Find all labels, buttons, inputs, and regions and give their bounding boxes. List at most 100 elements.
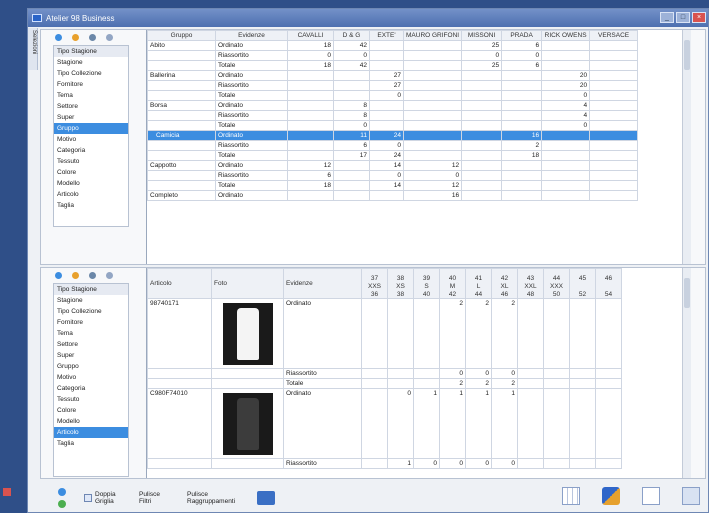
settings-icon[interactable] — [106, 33, 113, 41]
evidence-cell[interactable]: Ordinato — [215, 100, 288, 111]
group-cell[interactable] — [147, 50, 216, 61]
value-cell[interactable]: 1 — [439, 388, 466, 459]
value-cell[interactable]: 17 — [333, 150, 370, 161]
table-row[interactable]: Riassortito 27 20 — [147, 80, 639, 91]
value-cell[interactable] — [543, 368, 570, 379]
value-cell[interactable] — [517, 378, 544, 389]
settings-icon[interactable] — [106, 271, 113, 279]
document-icon[interactable] — [682, 487, 700, 505]
value-cell[interactable] — [387, 298, 414, 369]
value-cell[interactable] — [501, 90, 543, 101]
selections-side-tab[interactable]: Selezioni — [28, 28, 38, 70]
evidence-cell[interactable]: Riassortito — [215, 110, 288, 121]
filter-item[interactable]: Articolo — [54, 189, 128, 200]
table-row[interactable]: Completo Ordinato 16 — [147, 190, 639, 201]
value-cell[interactable]: 14 — [369, 160, 404, 171]
value-cell[interactable]: 0 — [387, 388, 414, 459]
filter-item[interactable]: Fornitore — [54, 317, 128, 328]
value-cell[interactable] — [589, 180, 639, 191]
value-cell[interactable]: 11 — [333, 130, 370, 141]
value-cell[interactable] — [543, 388, 570, 459]
value-cell[interactable] — [402, 40, 463, 51]
value-cell[interactable] — [402, 100, 463, 111]
table-row[interactable]: Totale 18 14 12 — [147, 180, 639, 191]
value-cell[interactable]: 0 — [333, 50, 370, 61]
user-icon[interactable] — [89, 33, 96, 41]
filter-item[interactable]: Motivo — [54, 134, 128, 145]
value-cell[interactable] — [369, 40, 404, 51]
value-cell[interactable] — [333, 160, 370, 171]
size-header[interactable]: 42 XL 46 — [491, 268, 518, 299]
evidence-cell[interactable]: Riassortito — [283, 458, 362, 469]
value-cell[interactable] — [541, 60, 591, 71]
value-cell[interactable] — [589, 50, 639, 61]
value-cell[interactable]: 0 — [465, 368, 492, 379]
value-cell[interactable] — [402, 110, 463, 121]
value-cell[interactable] — [461, 90, 503, 101]
value-cell[interactable] — [333, 70, 370, 81]
value-cell[interactable] — [461, 130, 503, 141]
table-row[interactable]: Cappotto Ordinato 12 14 12 — [147, 160, 639, 171]
size-header[interactable]: 38 XS 38 — [387, 268, 414, 299]
value-cell[interactable] — [595, 378, 622, 389]
value-cell[interactable] — [387, 378, 414, 389]
value-cell[interactable] — [361, 458, 388, 469]
table-row[interactable]: C980F74010 Ordinato 0 1 1 1 1 — [147, 388, 622, 459]
value-cell[interactable] — [402, 60, 463, 71]
column-header[interactable]: VERSACE — [589, 30, 639, 41]
table-row[interactable]: Totale 17 24 18 — [147, 150, 639, 161]
value-cell[interactable] — [461, 80, 503, 91]
filter-item[interactable]: Tipo Stagione — [54, 284, 128, 295]
value-cell[interactable] — [402, 70, 463, 81]
value-cell[interactable] — [287, 90, 334, 101]
filter-item[interactable]: Modello — [54, 416, 128, 427]
size-header[interactable]: 37 XXS 36 — [361, 268, 388, 299]
evidence-cell[interactable]: Ordinato — [215, 70, 288, 81]
value-cell[interactable] — [589, 170, 639, 181]
column-header[interactable]: Foto — [211, 268, 284, 299]
value-cell[interactable] — [387, 368, 414, 379]
value-cell[interactable] — [333, 170, 370, 181]
value-cell[interactable] — [543, 378, 570, 389]
value-cell[interactable] — [361, 388, 388, 459]
value-cell[interactable] — [517, 458, 544, 469]
evidence-cell[interactable]: Totale — [215, 120, 288, 131]
value-cell[interactable] — [501, 110, 543, 121]
value-cell[interactable] — [517, 368, 544, 379]
value-cell[interactable]: 0 — [465, 458, 492, 469]
filter-item[interactable]: Super — [54, 112, 128, 123]
value-cell[interactable] — [589, 140, 639, 151]
evidence-cell[interactable]: Totale — [215, 180, 288, 191]
value-cell[interactable] — [461, 120, 503, 131]
value-cell[interactable]: 25 — [461, 40, 503, 51]
value-cell[interactable] — [287, 150, 334, 161]
value-cell[interactable]: 2 — [465, 298, 492, 369]
column-header[interactable]: CAVALLI — [287, 30, 334, 41]
filter-item[interactable]: Colore — [54, 167, 128, 178]
close-button[interactable]: × — [692, 12, 706, 23]
size-header[interactable]: 40 M 42 — [439, 268, 466, 299]
doppia-griglia-toggle[interactable]: Doppia Griglia — [84, 491, 121, 505]
table-row[interactable]: Riassortito 0 0 0 0 — [147, 50, 639, 61]
value-cell[interactable] — [541, 130, 591, 141]
value-cell[interactable]: 16 — [501, 130, 543, 141]
evidence-cell[interactable]: Ordinato — [215, 130, 288, 141]
column-header[interactable]: MISSONI — [461, 30, 503, 41]
article-code[interactable] — [147, 378, 212, 389]
value-cell[interactable]: 2 — [491, 378, 518, 389]
group-cell[interactable]: Borsa — [147, 100, 216, 111]
value-cell[interactable] — [369, 110, 404, 121]
value-cell[interactable]: 12 — [287, 160, 334, 171]
filter-item[interactable]: Tessuto — [54, 394, 128, 405]
table-row[interactable]: Camicia Ordinato 11 24 16 — [147, 130, 639, 141]
value-cell[interactable] — [402, 120, 463, 131]
value-cell[interactable] — [461, 160, 503, 171]
value-cell[interactable] — [402, 90, 463, 101]
value-cell[interactable] — [501, 180, 543, 191]
value-cell[interactable]: 14 — [369, 180, 404, 191]
value-cell[interactable] — [333, 190, 370, 201]
evidence-cell[interactable]: Ordinato — [283, 298, 362, 369]
value-cell[interactable]: 18 — [287, 60, 334, 71]
group-cell[interactable] — [147, 170, 216, 181]
table-row[interactable]: Totale 0 0 — [147, 120, 639, 131]
